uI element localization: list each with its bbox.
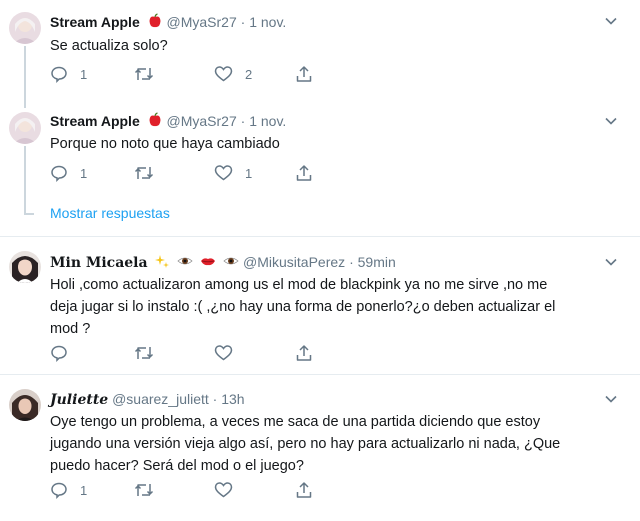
reply-tweet[interactable]: Min Micaela @MikusitaPerez · 59min Holi … [0, 237, 640, 365]
avatar[interactable] [9, 251, 41, 283]
tweet-text: Oye tengo un problema, a veces me saca d… [50, 411, 635, 477]
retweet-button[interactable] [134, 163, 166, 183]
chevron-down-icon[interactable] [604, 14, 618, 28]
chevron-down-icon[interactable] [604, 392, 618, 406]
retweet-icon [134, 68, 154, 80]
avatar[interactable] [9, 112, 41, 144]
timestamp[interactable]: 1 nov. [249, 113, 286, 129]
tweet-text-line: Oye tengo un problema, a veces me saca d… [50, 414, 541, 430]
share-button[interactable] [295, 64, 313, 84]
retweet-button[interactable] [134, 343, 166, 363]
timestamp[interactable]: 13h [221, 391, 244, 407]
chevron-down-icon[interactable] [604, 255, 618, 269]
reply-count: 1 [80, 482, 88, 498]
separator-dot: · [212, 391, 218, 407]
retweet-icon [134, 347, 154, 359]
like-button[interactable]: 1 [214, 163, 252, 183]
user-handle[interactable]: @suarez_juliett [112, 391, 209, 407]
red-apple-emoji [147, 13, 163, 33]
user-handle[interactable]: @MikusitaPerez [243, 254, 345, 270]
tweet-text-line: deja jugar si lo instalo :( ,¿no hay una… [50, 299, 556, 315]
reply-count: 1 [80, 66, 88, 82]
tweet-text: Holi ,como actualizaron among us el mod … [50, 274, 635, 340]
timestamp[interactable]: 1 nov. [249, 14, 286, 30]
heart-icon [214, 66, 233, 82]
display-name[interactable]: Stream Apple [50, 14, 140, 30]
chevron-down-icon[interactable] [604, 114, 618, 128]
display-name[interactable]: Juliette [50, 392, 108, 408]
thread-elbow [24, 213, 34, 215]
heart-icon [214, 165, 233, 181]
reply-icon [51, 482, 67, 499]
tweet-text-line: Holi ,como actualizaron among us el mod … [50, 277, 548, 293]
timestamp[interactable]: 59min [358, 254, 396, 270]
like-button[interactable] [214, 480, 245, 500]
reply-button[interactable]: 1 [50, 163, 87, 183]
separator-dot: · [240, 14, 246, 30]
heart-icon [214, 345, 233, 361]
action-bar: 1 2 [50, 64, 320, 84]
reply-button[interactable]: 1 [50, 64, 87, 84]
share-button[interactable] [295, 343, 313, 363]
display-name[interactable]: Stream Apple [50, 113, 140, 129]
reply-tweet[interactable]: Stream Apple @MyaSr27 · 1 nov. Se actual… [0, 0, 640, 100]
share-button[interactable] [295, 163, 313, 183]
share-icon [296, 345, 312, 361]
show-replies-link[interactable]: Mostrar respuestas [50, 205, 170, 221]
like-button[interactable]: 2 [214, 64, 252, 84]
eye-emoji [223, 253, 239, 273]
eye-emoji [177, 253, 193, 273]
reply-button[interactable]: 1 [50, 480, 87, 500]
reply-tweet[interactable]: Juliette @suarez_juliett · 13h Oye tengo… [0, 375, 640, 521]
like-button[interactable] [214, 343, 245, 363]
user-handle[interactable]: @MyaSr27 [167, 14, 237, 30]
separator-dot: · [349, 254, 354, 270]
share-button[interactable] [295, 480, 313, 500]
tweet-text: Se actualiza solo? [50, 38, 168, 54]
user-handle[interactable]: @MyaSr27 [167, 113, 237, 129]
heart-icon [214, 482, 233, 498]
lips-emoji [200, 253, 216, 273]
reply-icon [51, 345, 67, 362]
red-apple-emoji [147, 112, 163, 132]
action-bar [50, 343, 320, 363]
reply-tweet[interactable]: Stream Apple @MyaSr27 · 1 nov. Porque no… [0, 100, 640, 190]
sparkles-emoji [154, 253, 170, 273]
share-icon [296, 165, 312, 181]
reply-icon [51, 66, 67, 83]
avatar[interactable] [9, 389, 41, 421]
tweet-text-line: jugando una versión vieja algo así, pero… [50, 436, 561, 452]
action-bar: 1 1 [50, 163, 320, 183]
retweet-icon [134, 167, 154, 179]
share-icon [296, 482, 312, 498]
share-icon [296, 66, 312, 82]
like-count: 2 [245, 66, 253, 82]
retweet-button[interactable] [134, 480, 166, 500]
avatar[interactable] [9, 12, 41, 44]
separator-dot: · [240, 113, 246, 129]
like-count: 1 [245, 165, 253, 181]
action-bar: 1 [50, 480, 320, 500]
reply-icon [51, 165, 67, 182]
display-name[interactable]: Min Micaela [50, 255, 148, 271]
tweet-text: Porque no noto que haya cambiado [50, 136, 280, 152]
tweet-text-line: puedo hacer? Será del mod o el juego? [50, 458, 304, 474]
retweet-icon [134, 484, 154, 496]
retweet-button[interactable] [134, 64, 166, 84]
tweet-text-line: mod ? [50, 321, 91, 337]
reply-button[interactable] [50, 343, 80, 363]
reply-count: 1 [80, 165, 88, 181]
